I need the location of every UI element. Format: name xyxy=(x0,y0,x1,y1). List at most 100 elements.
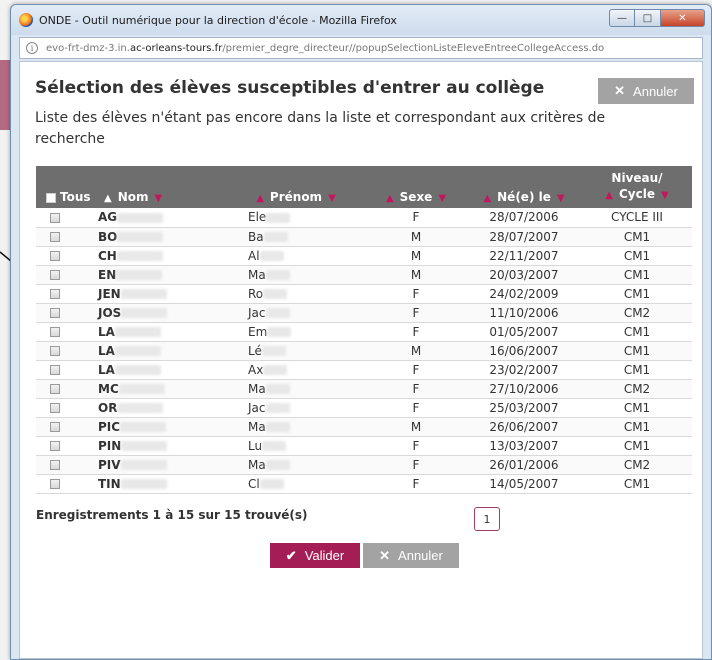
sort-down-icon[interactable]: ▼ xyxy=(661,190,669,201)
cell-sexe-text: F xyxy=(412,305,420,320)
redacted-text xyxy=(121,308,168,318)
row-checkbox-cell xyxy=(36,398,96,418)
table-row[interactable]: OR Jac F 25/03/2007 CM1 xyxy=(36,398,692,418)
sort-up-icon[interactable]: ▲ xyxy=(605,190,613,201)
cell-prenom: Ma xyxy=(226,455,366,475)
cell-prenom: Jac xyxy=(226,303,366,323)
sort-down-icon[interactable]: ▼ xyxy=(155,193,163,204)
sort-up-icon[interactable]: ▲ xyxy=(386,193,394,204)
row-checkbox[interactable] xyxy=(50,384,60,394)
cell-sexe-text: F xyxy=(412,438,420,453)
cell-prenom-text: Cl xyxy=(248,476,260,491)
cell-niveau-text: CM1 xyxy=(623,438,651,453)
row-checkbox[interactable] xyxy=(50,479,60,489)
table-row[interactable]: PIV Ma F 26/01/2006 CM2 xyxy=(36,455,692,475)
table-row[interactable]: LA Lé M 16/06/2007 CM1 xyxy=(36,341,692,361)
row-checkbox-cell xyxy=(36,246,96,266)
row-checkbox[interactable] xyxy=(50,289,60,299)
cell-niveau-text: CM1 xyxy=(623,343,651,358)
table-row[interactable]: LA Em F 01/05/2007 CM1 xyxy=(36,322,692,342)
cell-nom-text: MC xyxy=(98,381,119,396)
row-checkbox[interactable] xyxy=(50,232,60,242)
browser-window: ONDE - Outil numérique pour la direction… xyxy=(10,4,712,660)
cell-nom: JEN xyxy=(96,284,226,304)
table-row[interactable]: PIN Lu F 13/03/2007 CM1 xyxy=(36,436,692,456)
cell-niveau-text: CM1 xyxy=(623,362,651,377)
table-row[interactable]: JOS Jac F 11/10/2006 CM2 xyxy=(36,303,692,323)
table-row[interactable]: CH Al M 22/11/2007 CM1 xyxy=(36,246,692,266)
cancel-button[interactable]: ✕ Annuler xyxy=(363,543,459,568)
cell-sexe-text: F xyxy=(412,381,420,396)
cell-nom-text: PIN xyxy=(98,438,122,453)
row-checkbox[interactable] xyxy=(50,441,60,451)
close-window-button[interactable]: ✕ xyxy=(661,9,705,27)
select-all-checkbox[interactable] xyxy=(46,192,56,203)
cancel-top-label: Annuler xyxy=(633,83,678,99)
cell-niveau-text: CM1 xyxy=(623,248,651,263)
table-row[interactable]: MC Ma F 27/10/2006 CM2 xyxy=(36,379,692,399)
sort-up-icon[interactable]: ▲ xyxy=(256,193,264,204)
cell-prenom-text: Ma xyxy=(248,267,266,282)
cell-nom: JOS xyxy=(96,303,226,323)
cell-naissance: 24/02/2009 xyxy=(466,284,582,304)
table-row[interactable]: LA Ax F 23/02/2007 CM1 xyxy=(36,360,692,380)
cell-prenom-text: Al xyxy=(248,248,260,263)
minimize-button[interactable]: — xyxy=(609,9,635,27)
table-row[interactable]: AG Ele F 28/07/2006 CYCLE III xyxy=(36,208,692,228)
cell-sexe: F xyxy=(366,474,466,494)
col-tous-label: Tous xyxy=(60,190,91,204)
cell-naissance: 13/03/2007 xyxy=(466,436,582,456)
sort-down-icon[interactable]: ▼ xyxy=(438,193,446,204)
table-row[interactable]: BO Ba M 28/07/2007 CM1 xyxy=(36,227,692,247)
cell-niveau-text: CM2 xyxy=(623,305,651,320)
firefox-icon xyxy=(19,13,33,27)
maximize-button[interactable]: □ xyxy=(635,9,661,27)
row-checkbox[interactable] xyxy=(50,251,60,261)
col-nom[interactable]: ▲ Nom ▼ xyxy=(96,166,226,208)
col-niveau[interactable]: Niveau/ ▲ Cycle ▼ xyxy=(582,166,692,208)
cell-nom-text: CH xyxy=(98,248,117,263)
sort-up-icon[interactable]: ▲ xyxy=(483,193,491,204)
row-checkbox[interactable] xyxy=(50,346,60,356)
sort-down-icon[interactable]: ▼ xyxy=(328,193,336,204)
cell-prenom: Ma xyxy=(226,379,366,399)
cell-sexe-text: M xyxy=(410,267,422,282)
cell-naissance: 28/07/2007 xyxy=(466,227,582,247)
row-checkbox[interactable] xyxy=(50,422,60,432)
redacted-text xyxy=(117,403,164,413)
validate-button[interactable]: ✔ Valider xyxy=(270,543,360,568)
sort-down-icon[interactable]: ▼ xyxy=(557,193,565,204)
address-bar[interactable]: i evo-frt-dmz-3.in. ac-orleans-tours.fr/p… xyxy=(19,37,703,59)
row-checkbox[interactable] xyxy=(50,403,60,413)
row-checkbox[interactable] xyxy=(50,308,60,318)
cell-prenom-text: Jac xyxy=(248,400,266,415)
cell-sexe: M xyxy=(366,246,466,266)
cancel-top-button[interactable]: ✕ Annuler xyxy=(598,78,694,104)
cell-niveau-text: CM1 xyxy=(623,400,651,415)
col-tous[interactable]: Tous xyxy=(36,166,96,208)
sort-up-icon[interactable]: ▲ xyxy=(104,193,112,204)
table-row[interactable]: TIN Cl F 14/05/2007 CM1 xyxy=(36,474,692,494)
row-checkbox-cell xyxy=(36,284,96,304)
info-icon[interactable]: i xyxy=(26,42,38,54)
col-prenom[interactable]: ▲ Prénom ▼ xyxy=(226,166,366,208)
close-icon: ✕ xyxy=(379,547,391,563)
redacted-text xyxy=(114,365,161,375)
page-1-button[interactable]: 1 xyxy=(474,507,500,531)
table-row[interactable]: PIC Ma M 26/06/2007 CM1 xyxy=(36,417,692,437)
col-sexe[interactable]: ▲ Sexe ▼ xyxy=(366,166,466,208)
cell-sexe-text: F xyxy=(412,476,420,491)
cell-prenom-text: Lu xyxy=(248,438,263,453)
col-naissance[interactable]: ▲ Né(e) le ▼ xyxy=(466,166,582,208)
table-row[interactable]: EN Ma M 20/03/2007 CM1 xyxy=(36,265,692,285)
row-checkbox[interactable] xyxy=(50,327,60,337)
cell-nom-text: JEN xyxy=(98,286,121,301)
redacted-text xyxy=(267,327,292,337)
row-checkbox[interactable] xyxy=(50,212,60,223)
cell-naissance-text: 28/07/2006 xyxy=(489,210,559,225)
table-row[interactable]: JEN Ro F 24/02/2009 CM1 xyxy=(36,284,692,304)
row-checkbox[interactable] xyxy=(50,460,60,470)
row-checkbox[interactable] xyxy=(50,365,60,375)
cell-prenom: Ma xyxy=(226,265,366,285)
row-checkbox[interactable] xyxy=(50,270,60,280)
